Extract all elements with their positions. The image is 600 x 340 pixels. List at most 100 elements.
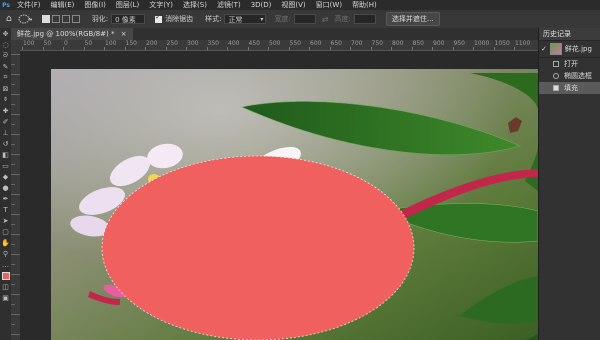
close-icon[interactable]: ×: [121, 30, 127, 38]
screen-mode-icon[interactable]: ▣: [0, 292, 11, 303]
ruler-tick: [11, 84, 15, 85]
flower-photo-canvas[interactable]: [20, 51, 538, 340]
ruler-tick-label: 900: [433, 40, 445, 47]
menu-file[interactable]: 文件(F): [12, 0, 46, 10]
select-and-mask-button[interactable]: 选择并遮住...: [385, 12, 440, 26]
ellipse-marquee-tool-icon[interactable]: ◌: [0, 39, 11, 50]
ruler-tick: [11, 334, 20, 335]
healing-brush-tool-icon[interactable]: ✚: [0, 105, 11, 116]
intersect-selection-icon[interactable]: [71, 15, 80, 23]
new-selection-icon[interactable]: [41, 15, 50, 23]
feather-input[interactable]: 0 像素: [111, 14, 146, 24]
feather-label: 羽化:: [91, 15, 109, 23]
ruler-tick: [186, 47, 187, 50]
frame-tool-icon[interactable]: ⊠: [0, 83, 11, 94]
rectangle-tool-icon[interactable]: ▢: [0, 226, 11, 237]
fill-icon: [553, 85, 559, 91]
menu-window[interactable]: 窗口(W): [311, 0, 347, 10]
height-input[interactable]: [353, 14, 376, 24]
ruler-tick: [370, 47, 372, 50]
zoom-tool-icon[interactable]: ⚲: [0, 248, 11, 259]
document-icon: [553, 61, 559, 67]
antialias-checkbox[interactable]: [155, 13, 163, 23]
gradient-tool-icon[interactable]: ▭: [0, 160, 11, 171]
subtract-selection-icon[interactable]: [61, 15, 70, 23]
ruler-tick: [206, 47, 208, 50]
color-swatch-icon[interactable]: [0, 270, 11, 281]
ruler-tick-label: 50: [43, 40, 52, 47]
more-tools-icon[interactable]: …: [0, 259, 11, 270]
menu-view[interactable]: 视图(V): [276, 0, 310, 10]
menu-image[interactable]: 图像(I): [79, 0, 111, 10]
move-tool-icon[interactable]: ✥: [0, 28, 11, 39]
history-item-label: 椭圆选框: [564, 72, 592, 80]
crop-tool-icon[interactable]: ⌗: [0, 72, 11, 83]
ruler-tick-label: 850: [412, 40, 424, 47]
blur-tool-icon[interactable]: ◆: [0, 171, 11, 182]
ruler-tick: [145, 47, 146, 50]
style-select[interactable]: 正常 ▾: [224, 14, 267, 24]
history-brush-tool-icon[interactable]: ↺: [0, 138, 11, 149]
history-item-fill[interactable]: 填充: [539, 82, 600, 94]
menu-3d[interactable]: 3D(D): [246, 0, 277, 10]
type-tool-icon[interactable]: T: [0, 204, 11, 215]
menu-help[interactable]: 帮助(H): [347, 0, 382, 10]
ruler-tick: [11, 94, 20, 95]
ruler-tick-label: 800: [392, 40, 404, 47]
ruler-tick: [83, 47, 85, 50]
clone-stamp-tool-icon[interactable]: ⊥: [0, 127, 11, 138]
menu-type[interactable]: 文字(Y): [144, 0, 178, 10]
width-input[interactable]: [293, 14, 316, 24]
menu-filter[interactable]: 滤镜(T): [212, 0, 246, 10]
height-label: 高度:: [334, 15, 351, 23]
document-tab-bar: 鲜花.jpg @ 100%(RGB/8#) * ×: [11, 28, 538, 40]
ruler-tick: [11, 134, 20, 135]
ruler-tick-label: 250: [166, 40, 178, 47]
hand-tool-icon[interactable]: ✋: [0, 237, 11, 248]
ruler-tick: [42, 47, 44, 50]
add-selection-icon[interactable]: [51, 15, 60, 23]
filled-ellipse-selection[interactable]: [101, 155, 415, 340]
ruler-tick-label: 950: [453, 40, 465, 47]
selection-mode-group: [41, 15, 82, 23]
quick-mask-icon[interactable]: ◫: [0, 281, 11, 292]
document-tab[interactable]: 鲜花.jpg @ 100%(RGB/8#) * ×: [11, 28, 133, 40]
lasso-tool-icon[interactable]: ᘐ: [0, 50, 11, 61]
path-selection-tool-icon[interactable]: ➤: [0, 215, 11, 226]
ruler-tick-label: 1050: [494, 40, 510, 47]
history-item-ellipse-marquee[interactable]: 椭圆选框: [539, 70, 600, 82]
checkmark-icon: ✓: [541, 45, 547, 53]
eraser-tool-icon[interactable]: ◧: [0, 149, 11, 160]
history-snapshot[interactable]: ✓ 鲜花.jpg: [539, 41, 600, 58]
ruler-tick-label: 500: [269, 40, 281, 47]
ruler-tick: [63, 47, 64, 50]
dodge-tool-icon[interactable]: ●: [0, 182, 11, 193]
chevron-down-icon: ▾: [260, 16, 264, 23]
history-item-label: 打开: [564, 60, 578, 68]
swap-dimensions-icon[interactable]: ⇄: [322, 15, 329, 24]
ruler-tick: [11, 224, 15, 225]
ruler-tick: [11, 234, 20, 235]
ruler-tick: [391, 47, 392, 50]
ruler-tick: [11, 244, 15, 245]
menu-select[interactable]: 选择(S): [178, 0, 212, 10]
eyedropper-tool-icon[interactable]: ⌽: [0, 94, 11, 105]
ruler-tick: [11, 64, 15, 65]
pen-tool-icon[interactable]: ✒: [0, 193, 11, 204]
ruler-tick: [473, 47, 474, 50]
home-icon[interactable]: ⌂: [6, 14, 12, 24]
ellipse-marquee-tool-preset-icon[interactable]: [18, 14, 32, 24]
history-item-open[interactable]: 打开: [539, 58, 600, 70]
ruler-tick: [11, 114, 20, 115]
canvas-workspace[interactable]: [20, 51, 538, 340]
history-panel-tab[interactable]: 历史记录: [539, 28, 600, 41]
horizontal-ruler[interactable]: 100 50 0 50 100 150 200 250 300 350 400 450 500 550 60…: [20, 40, 538, 51]
ruler-tick: [11, 264, 15, 265]
brush-tool-icon[interactable]: ✐: [0, 116, 11, 127]
ruler-tick: [432, 47, 433, 50]
menu-layer[interactable]: 图层(L): [111, 0, 144, 10]
quick-selection-tool-icon[interactable]: ✎: [0, 61, 11, 72]
photoshop-app-icon[interactable]: Ps: [0, 0, 12, 10]
menu-edit[interactable]: 编辑(E): [46, 0, 80, 10]
snapshot-thumbnail: [549, 43, 562, 55]
